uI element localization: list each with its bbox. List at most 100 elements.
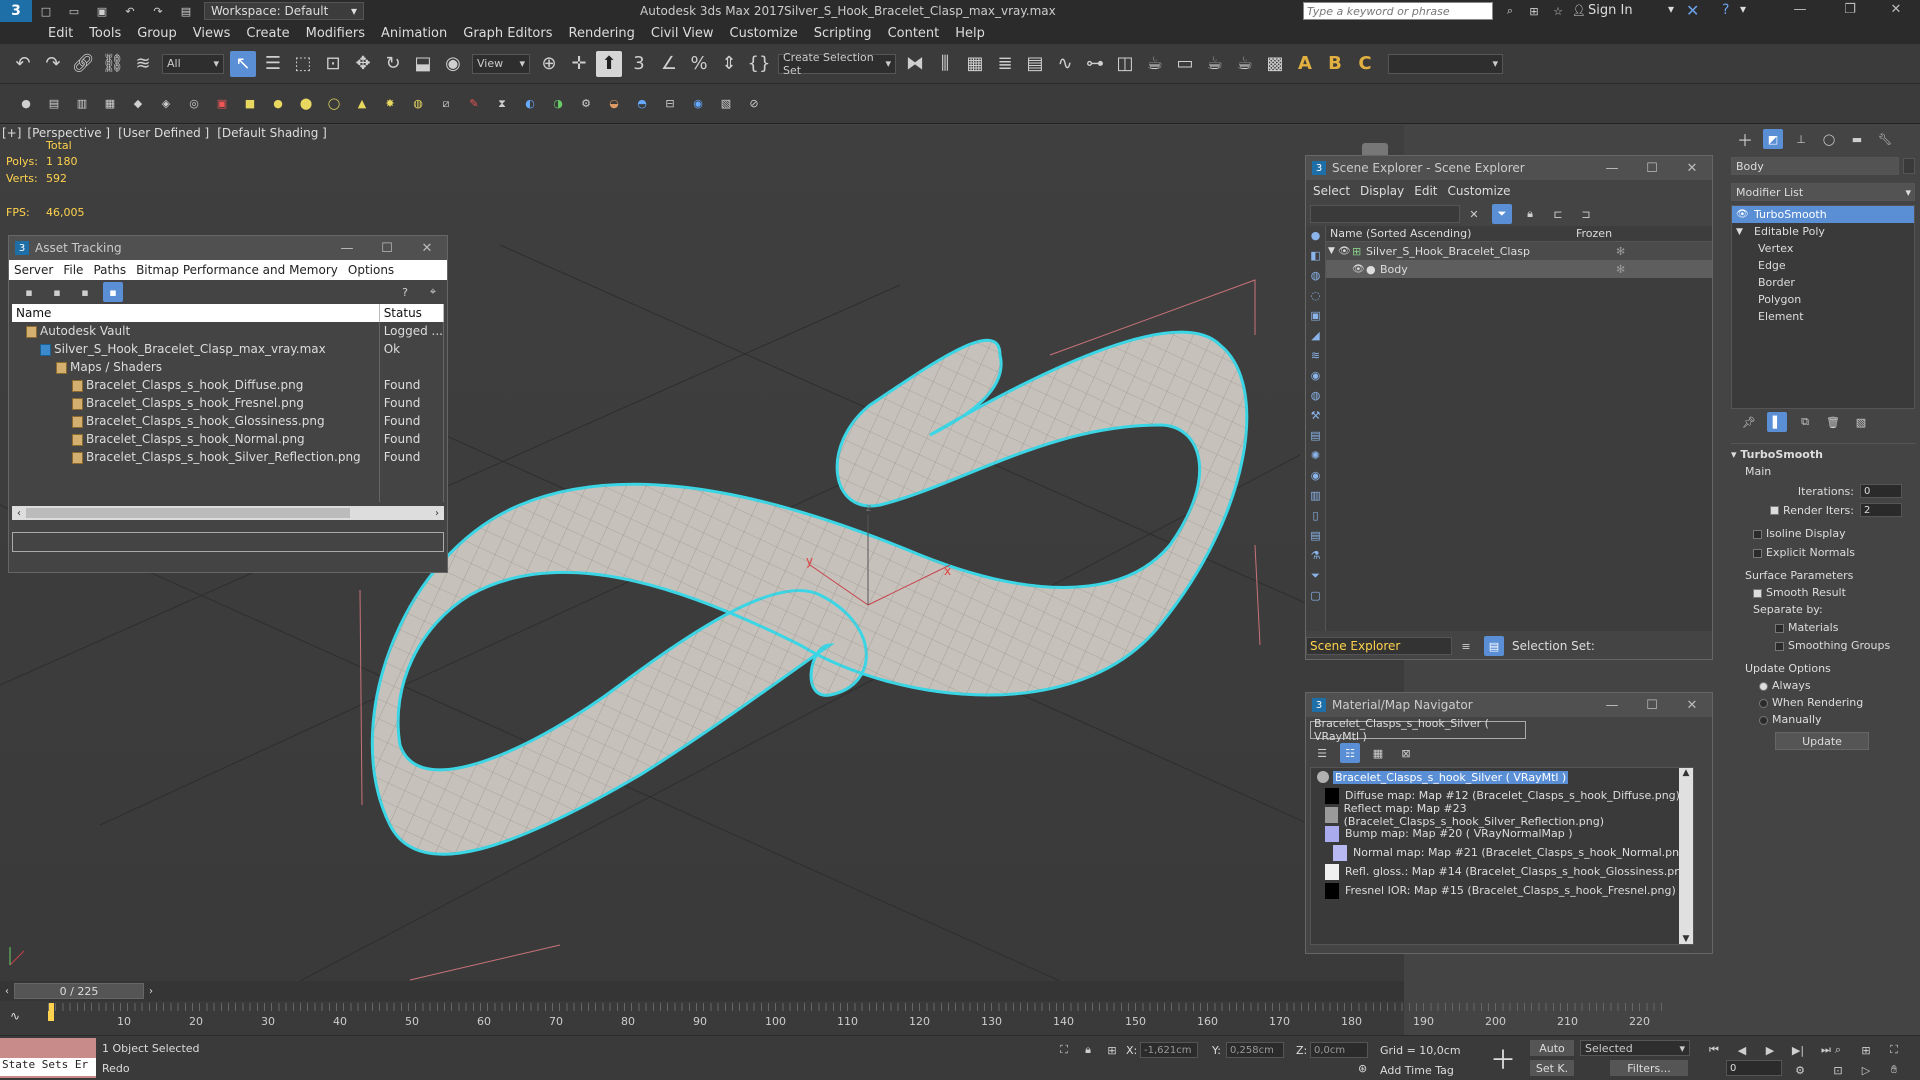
pin-icon[interactable]: ⌖ bbox=[423, 282, 443, 302]
collapse-icon[interactable]: ▼ bbox=[1736, 227, 1754, 237]
maximize-icon[interactable]: ☐ bbox=[1632, 161, 1672, 176]
viewport-pov-label[interactable]: [Perspective ] bbox=[27, 126, 110, 140]
time-configuration-icon[interactable]: ⚙ bbox=[1790, 1060, 1810, 1080]
selection-set-icon[interactable]: ▤ bbox=[1484, 636, 1504, 656]
se-menu-customize[interactable]: Customize bbox=[1443, 184, 1516, 198]
tool-icon[interactable]: ⊘ bbox=[744, 94, 764, 114]
stack-item-editable-poly[interactable]: ▼ Editable Poly bbox=[1732, 223, 1914, 240]
pin-stack-icon[interactable]: 📌︎ bbox=[1739, 412, 1759, 432]
time-tag-icon[interactable]: ⊛ bbox=[1358, 1062, 1367, 1075]
pivot-center-icon[interactable]: ⊕ bbox=[536, 51, 562, 77]
close-icon[interactable]: ✕ bbox=[1876, 2, 1916, 17]
snaps-toggle-icon[interactable]: 3 bbox=[626, 51, 652, 77]
hierarchy-tab-icon[interactable]: ⊥ bbox=[1791, 129, 1811, 149]
rectangular-selection-icon[interactable]: ⬚ bbox=[290, 51, 316, 77]
open-file-icon[interactable]: ▭ bbox=[64, 1, 84, 21]
eye-icon[interactable]: 👁︎ bbox=[1736, 209, 1754, 220]
scroll-up-icon[interactable]: ▲ bbox=[1679, 768, 1693, 778]
tool-icon[interactable]: ◒ bbox=[604, 94, 624, 114]
table-row[interactable]: Bracelet_Clasps_s_hook_Diffuse.png Found bbox=[12, 376, 445, 394]
modifier-list-dropdown[interactable]: Modifier List ▾ bbox=[1731, 183, 1915, 201]
eye-icon[interactable]: 👁︎ bbox=[1352, 264, 1366, 275]
help-icon[interactable]: ? bbox=[395, 282, 415, 302]
table-row[interactable]: Bracelet_Clasps_s_hook_Normal.png Found bbox=[12, 430, 445, 448]
go-to-start-icon[interactable]: ⏮ bbox=[1704, 1040, 1724, 1060]
zoom-icon[interactable]: ⌕ bbox=[1828, 1040, 1848, 1060]
list-icon[interactable]: ▪ bbox=[47, 282, 67, 302]
render-setup-icon[interactable]: ☕︎ bbox=[1142, 51, 1168, 77]
search-field[interactable]: Type a keyword or phrase bbox=[1303, 2, 1493, 20]
torus-icon[interactable]: ◯ bbox=[324, 94, 344, 114]
tool-icon[interactable]: ▤ bbox=[44, 94, 64, 114]
layers-icon[interactable]: ≡ bbox=[1456, 636, 1476, 656]
make-unique-icon[interactable]: ⧉ bbox=[1795, 412, 1815, 432]
material-root-item[interactable]: Bracelet_Clasps_s_hook_Silver ( VRayMtl … bbox=[1311, 768, 1693, 786]
time-slider[interactable]: ‹ 0 / 225 › bbox=[0, 981, 1404, 1001]
close-icon[interactable]: ✕ bbox=[1672, 161, 1712, 176]
play-icon[interactable]: ▶ bbox=[1760, 1040, 1780, 1060]
view-list-icon[interactable]: ☰ bbox=[1312, 743, 1332, 763]
col-frozen[interactable]: Frozen bbox=[1576, 227, 1612, 240]
viewport-shading-label[interactable]: [Default Shading ] bbox=[217, 126, 327, 140]
eye-icon[interactable]: 👁︎ bbox=[1338, 246, 1352, 257]
create-tab-icon[interactable]: ＋ bbox=[1735, 129, 1755, 150]
maxscript-listener[interactable]: State Sets Er bbox=[0, 1038, 96, 1078]
table-row[interactable]: Autodesk Vault Logged ... bbox=[12, 322, 445, 340]
collapse-icon[interactable]: ▼ bbox=[1326, 246, 1338, 256]
select-by-name-icon[interactable]: ☰ bbox=[260, 51, 286, 77]
help-icon[interactable]: ? bbox=[1722, 2, 1729, 18]
box-icon[interactable]: ■ bbox=[240, 94, 260, 114]
isoline-checkbox[interactable] bbox=[1753, 529, 1762, 539]
tool-icon[interactable]: ◑ bbox=[548, 94, 568, 114]
smoothing-groups-row[interactable]: Smoothing Groups bbox=[1731, 639, 1916, 652]
filter-icon[interactable]: ⏷ bbox=[1492, 204, 1512, 224]
lock-selection-icon[interactable]: 🔒︎ bbox=[1078, 1040, 1098, 1060]
menu-scripting[interactable]: Scripting bbox=[806, 26, 880, 41]
table-row[interactable]: Bracelet_Clasps_s_hook_Fresnel.png Found bbox=[12, 394, 445, 412]
communication-icon[interactable]: ⊞ bbox=[1524, 1, 1544, 21]
show-end-result-icon[interactable]: ▌ bbox=[1767, 412, 1787, 432]
key-filter-dropdown[interactable]: Selected ▾ bbox=[1580, 1040, 1690, 1056]
pan-icon[interactable]: ✋︎ bbox=[1884, 1060, 1904, 1080]
set-key-button[interactable]: Set K. bbox=[1530, 1060, 1574, 1076]
restore-icon[interactable]: ❐ bbox=[1830, 2, 1870, 17]
render-production-icon[interactable]: ☕︎ bbox=[1202, 51, 1228, 77]
redo-icon[interactable]: ↷ bbox=[148, 1, 168, 21]
spinner-snap-icon[interactable]: ⇕ bbox=[716, 51, 742, 77]
menu-edit[interactable]: Edit bbox=[40, 26, 81, 41]
selection-filter-dropdown[interactable]: All ▾ bbox=[162, 53, 224, 74]
tool-icon[interactable]: ◎ bbox=[184, 94, 204, 114]
zoom-extents-all-icon[interactable]: ⊡ bbox=[1828, 1060, 1848, 1080]
clear-search-icon[interactable]: ✕ bbox=[1464, 204, 1484, 224]
tool-icon[interactable]: ◈ bbox=[156, 94, 176, 114]
manually-radio[interactable] bbox=[1759, 715, 1768, 725]
percent-snap-icon[interactable]: % bbox=[686, 51, 712, 77]
tool-icon[interactable]: ⊟ bbox=[660, 94, 680, 114]
keyboard-shortcut-override-icon[interactable]: ⬆ bbox=[596, 50, 622, 77]
sign-in-link[interactable]: Sign In bbox=[1588, 3, 1633, 18]
add-time-tag[interactable]: Add Time Tag bbox=[1380, 1064, 1454, 1077]
close-icon[interactable]: ✕ bbox=[1672, 698, 1712, 713]
link-icon[interactable]: 🔗︎ bbox=[70, 51, 96, 77]
map-item[interactable]: Reflect map: Map #23 (Bracelet_Clasps_s_… bbox=[1311, 802, 1693, 828]
asset-horizontal-scrollbar[interactable]: ‹ › bbox=[12, 506, 444, 520]
user-icon[interactable]: 👤︎ bbox=[1572, 4, 1586, 17]
minimize-icon[interactable]: — bbox=[327, 241, 367, 256]
stack-item-edge[interactable]: Edge bbox=[1732, 257, 1914, 274]
next-frame-icon[interactable]: ▶| bbox=[1788, 1040, 1808, 1060]
redo-icon[interactable]: ↷ bbox=[40, 51, 66, 77]
tool-icon[interactable]: ⧗ bbox=[492, 94, 512, 114]
explicit-normals-row[interactable]: Explicit Normals bbox=[1731, 546, 1916, 559]
prev-frame-icon[interactable]: ‹ bbox=[0, 986, 14, 997]
scroll-thumb[interactable] bbox=[26, 508, 350, 518]
motion-tab-icon[interactable]: ◯ bbox=[1819, 129, 1839, 149]
stack-item-turbosmooth[interactable]: 👁︎ TurboSmooth bbox=[1732, 206, 1914, 223]
angle-snap-icon[interactable]: ∠ bbox=[656, 51, 682, 77]
scroll-left-icon[interactable]: ‹ bbox=[12, 508, 26, 519]
mirror-icon[interactable]: ⧓ bbox=[902, 51, 928, 77]
asset-path-field[interactable] bbox=[12, 532, 444, 552]
render-iters-checkbox[interactable] bbox=[1770, 505, 1780, 515]
hierarchy-expand-icon[interactable]: ⊐ bbox=[1576, 204, 1596, 224]
menu-content[interactable]: Content bbox=[880, 26, 948, 41]
table-view-icon[interactable]: ▪ bbox=[103, 282, 123, 302]
